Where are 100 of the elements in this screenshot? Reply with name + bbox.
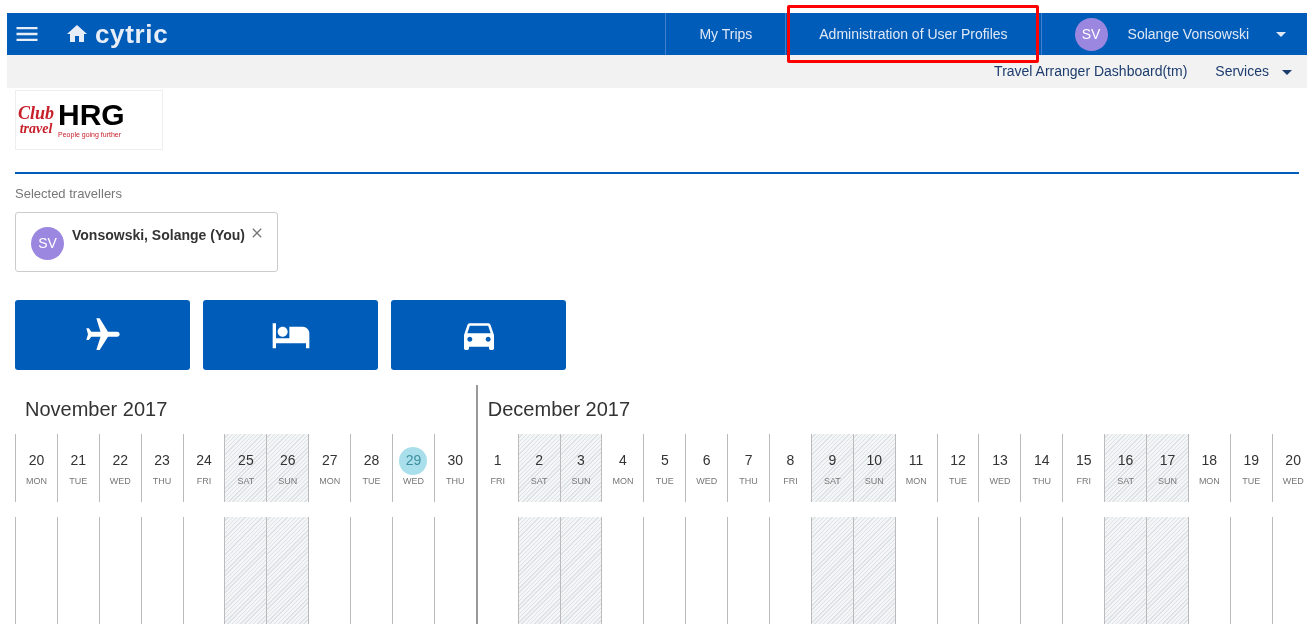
weekday-label: SUN (864, 474, 884, 488)
weekday-label: WED (1282, 474, 1304, 488)
day-header[interactable]: 2 SAT (517, 433, 560, 502)
day-header[interactable]: 21 TUE (56, 433, 99, 502)
user-menu[interactable]: Solange Vonsowski (1127, 23, 1249, 45)
day-number: 9 (827, 451, 838, 471)
secondary-nav-link[interactable]: Services (1215, 61, 1269, 82)
traveller-name: Vonsowski, Solange (You) (72, 225, 245, 245)
day-header[interactable]: 9 SAT (810, 433, 853, 502)
weekday-label: MON (612, 474, 634, 488)
weekday-label: SAT (237, 474, 255, 488)
service-button[interactable] (203, 299, 378, 370)
day-header[interactable]: 4 MON (601, 433, 644, 502)
section-label: Selected travellers (15, 185, 123, 203)
weekday-label: MON (905, 474, 927, 488)
day-header[interactable]: 23 THU (140, 433, 183, 502)
weekday-label: TUE (362, 474, 381, 488)
day-header[interactable]: 17 SUN (1146, 433, 1188, 502)
day-number: 30 (446, 451, 465, 471)
day-header[interactable]: 19 TUE (1229, 433, 1272, 502)
day-header[interactable]: 27 MON (308, 433, 351, 502)
day-header[interactable]: 16 SAT (1104, 433, 1147, 502)
day-number: 19 (1242, 451, 1261, 471)
day-header[interactable]: 26 SUN (266, 433, 309, 502)
logo-text: Club (18, 104, 55, 122)
day-header[interactable]: 22 WED (98, 433, 141, 502)
day-header[interactable]: 11 MON (894, 433, 937, 502)
day-header[interactable]: 30 THU (433, 433, 476, 502)
day-number: 24 (195, 451, 213, 471)
traveller-avatar: SV (31, 226, 64, 260)
day-number: 13 (991, 451, 1009, 471)
weekday-label: SAT (1117, 474, 1134, 488)
weekday-label: TUE (949, 474, 968, 488)
weekday-label: SUN (571, 474, 591, 488)
day-header[interactable]: 8 FRI (769, 433, 811, 502)
day-header[interactable]: 18 MON (1187, 433, 1230, 502)
day-header[interactable]: 10 SUN (852, 433, 895, 502)
day-header[interactable]: 12 TUE (936, 433, 979, 502)
weekday-label: WED (989, 474, 1011, 488)
day-number: 20 (27, 451, 46, 471)
day-header[interactable]: 13 WED (978, 433, 1021, 502)
day-header[interactable]: 5 TUE (643, 433, 686, 502)
logo-text: travel (19, 122, 53, 136)
service-button[interactable] (15, 299, 190, 370)
weekday-label: SUN (1158, 474, 1177, 488)
day-number: 15 (1074, 451, 1093, 471)
weekday-label: THU (446, 474, 465, 488)
day-number: 14 (1033, 451, 1051, 471)
weekday-label: SAT (530, 474, 548, 488)
day-header[interactable]: 29 WED (392, 433, 434, 502)
weekday-label: THU (739, 474, 758, 488)
day-number: 16 (1116, 451, 1135, 471)
day-number: 10 (865, 451, 884, 471)
day-number: 28 (362, 451, 381, 471)
day-header[interactable]: 20 MON (15, 433, 57, 502)
day-number: 18 (1200, 451, 1219, 471)
weekday-label: MON (1198, 474, 1220, 488)
day-header[interactable]: 28 TUE (350, 433, 392, 502)
app-logo[interactable]: cytric (95, 21, 169, 47)
day-number: 17 (1158, 451, 1177, 471)
weekday-label: FRI (783, 474, 798, 488)
weekday-label: TUE (69, 474, 88, 488)
day-number: 3 (576, 451, 586, 471)
day-header[interactable]: 7 THU (727, 433, 770, 502)
weekday-label: WED (696, 474, 718, 488)
weekday-label: FRI (196, 474, 212, 488)
weekday-label: THU (1032, 474, 1052, 488)
day-number: 25 (237, 451, 255, 471)
weekday-label: TUE (1242, 474, 1261, 488)
secondary-nav-link[interactable]: Travel Arranger Dashboard(tm) (994, 61, 1188, 82)
day-header[interactable]: 6 WED (685, 433, 728, 502)
day-number: 21 (69, 451, 88, 471)
weekday-label: WED (402, 474, 424, 488)
day-number: 22 (111, 451, 129, 471)
day-number: 27 (320, 451, 339, 471)
day-number: 6 (701, 451, 712, 471)
day-number: 8 (785, 451, 796, 471)
day-header[interactable]: 20 WED (1271, 433, 1314, 502)
day-number: 5 (659, 451, 670, 471)
weekday-label: FRI (1076, 474, 1091, 488)
day-number: 7 (743, 451, 754, 471)
day-number: 4 (618, 451, 628, 471)
day-header[interactable]: 25 SAT (224, 433, 267, 502)
weekday-label: MON (25, 474, 47, 488)
day-header[interactable]: 3 SUN (559, 433, 602, 502)
weekday-label: MON (319, 474, 341, 488)
day-number: 23 (153, 451, 171, 471)
day-number: 1 (492, 451, 503, 471)
weekday-label: WED (109, 474, 131, 488)
weekday-label: THU (152, 474, 172, 488)
service-button[interactable] (391, 299, 566, 370)
day-number: 12 (949, 451, 967, 471)
month-title: November 2017 (24, 397, 168, 422)
weekday-label: SUN (278, 474, 298, 488)
day-number: 11 (907, 451, 925, 471)
month-title: December 2017 (486, 397, 631, 422)
user-avatar: SV (1074, 17, 1108, 51)
day-number: 20 (1284, 451, 1302, 471)
day-header[interactable]: 14 THU (1020, 433, 1063, 502)
weekday-label: FRI (490, 474, 505, 488)
